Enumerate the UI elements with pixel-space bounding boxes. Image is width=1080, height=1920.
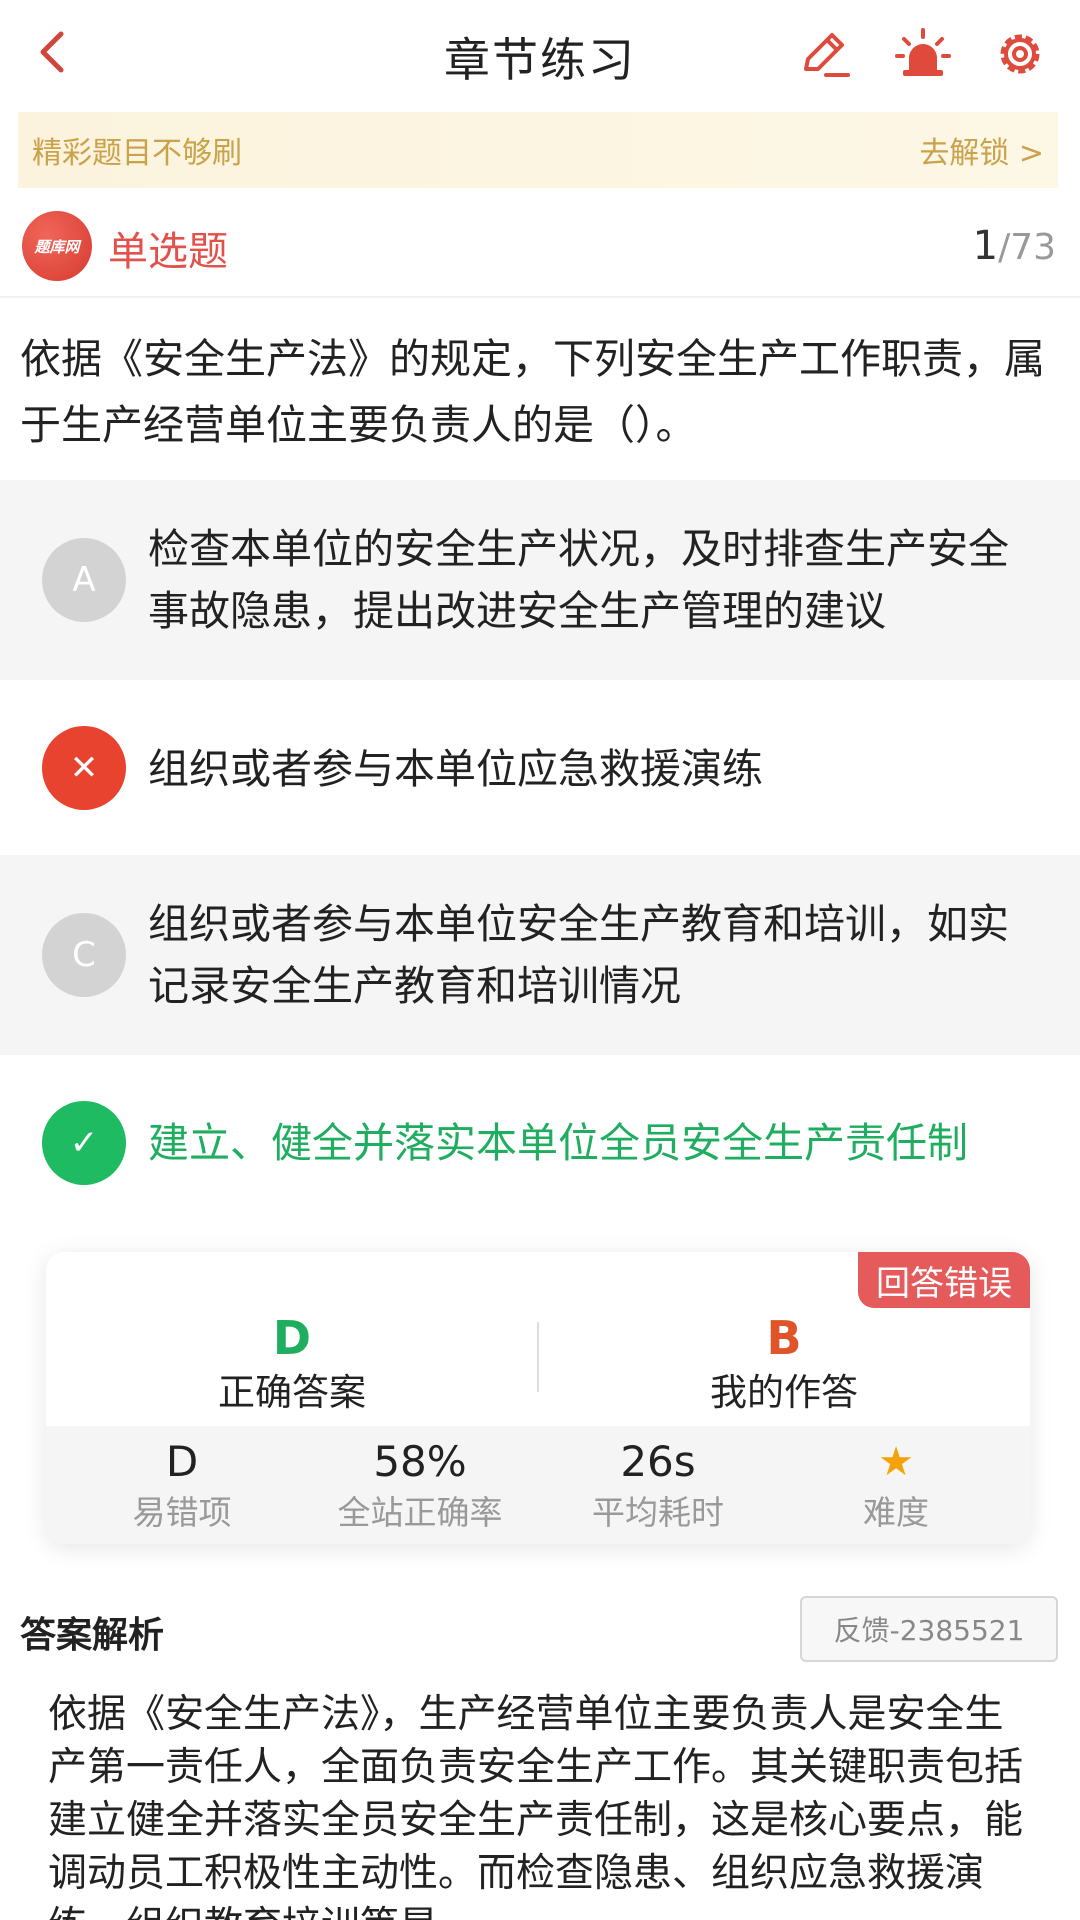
option-marker: C xyxy=(42,913,126,997)
status-badge: 回答错误 xyxy=(858,1252,1030,1308)
question-stem: 依据《安全生产法》的规定，下列安全生产工作职责，属于生产经营单位主要负责人的是（… xyxy=(20,335,1045,449)
top-bar: 章节练习 xyxy=(0,0,1080,108)
my-answer-label: 我的作答 xyxy=(710,1371,858,1414)
edit-pen-icon xyxy=(804,33,850,77)
option-marker: A xyxy=(42,538,126,622)
star-icon: ★ xyxy=(878,1439,914,1485)
my-answer-block: B 我的作答 xyxy=(538,1310,1030,1420)
stat-common-mistake: D 易错项 xyxy=(62,1436,302,1538)
settings-button[interactable] xyxy=(990,24,1050,84)
option-d[interactable]: ✓ 建立、健全并落实本单位全员安全生产责任制 xyxy=(0,1055,1080,1225)
stat-label: 易错项 xyxy=(132,1493,232,1532)
stat-label: 难度 xyxy=(863,1493,929,1532)
option-text: 组织或者参与本单位应急救援演练 xyxy=(148,745,763,793)
unlock-link[interactable]: 去解锁 > xyxy=(919,128,1044,172)
analysis-text: 依据《安全生产法》，生产经营单位主要负责人是安全生产第一责任人，全面负责安全生产… xyxy=(48,1692,1024,1920)
stats-row: D 易错项 58% 全站正确率 26s 平均耗时 ★ 难度 xyxy=(46,1426,1030,1544)
unlock-banner[interactable]: 精彩题目不够刷 去解锁 > xyxy=(18,112,1058,188)
stat-value: 58% xyxy=(373,1437,467,1486)
stat-value: D xyxy=(165,1437,199,1486)
check-icon: ✓ xyxy=(42,1101,126,1185)
correct-answer-label: 正确答案 xyxy=(218,1371,366,1414)
option-b[interactable]: ✕ 组织或者参与本单位应急救援演练 xyxy=(0,680,1080,855)
correct-answer-value: D xyxy=(272,1311,312,1365)
edit-button[interactable] xyxy=(795,24,855,84)
option-text: 检查本单位的安全生产状况，及时排查生产安全事故隐患，提出改进安全生产管理的建议 xyxy=(148,525,1009,635)
wrong-icon: ✕ xyxy=(42,726,126,810)
option-text: 建立、健全并落实本单位全员安全生产责任制 xyxy=(148,1119,968,1167)
stat-avg-time: 26s 平均耗时 xyxy=(538,1436,778,1538)
stat-difficulty: ★ 难度 xyxy=(776,1436,1016,1538)
gear-icon xyxy=(1000,34,1040,74)
question-type: 单选题 xyxy=(108,229,228,275)
option-c[interactable]: C 组织或者参与本单位安全生产教育和培训，如实记录安全生产教育和培训情况 xyxy=(0,855,1080,1055)
stat-value: 26s xyxy=(620,1437,696,1486)
result-card: 回答错误 D 正确答案 B 我的作答 D 易错项 58% 全站正确率 26s 平… xyxy=(46,1252,1030,1544)
stat-label: 平均耗时 xyxy=(592,1493,724,1532)
question-counter: 1/73 xyxy=(973,223,1056,269)
option-a[interactable]: A 检查本单位的安全生产状况，及时排查生产安全事故隐患，提出改进安全生产管理的建… xyxy=(0,480,1080,680)
my-answer-value: B xyxy=(766,1311,802,1365)
option-text: 组织或者参与本单位安全生产教育和培训，如实记录安全生产教育和培训情况 xyxy=(148,900,1009,1010)
question-header: 题库网 单选题 1/73 xyxy=(0,205,1080,289)
stat-label: 全站正确率 xyxy=(337,1493,503,1532)
analysis-title: 答案解析 xyxy=(20,1615,165,1656)
alarm-button[interactable] xyxy=(893,24,953,84)
current-index: 1 xyxy=(972,223,999,269)
banner-text: 精彩题目不够刷 xyxy=(32,136,242,171)
stat-accuracy: 58% 全站正确率 xyxy=(300,1436,540,1538)
divider xyxy=(0,296,1080,298)
alarm-light-icon xyxy=(895,28,951,76)
correct-answer-block: D 正确答案 xyxy=(46,1310,538,1420)
brand-logo: 题库网 xyxy=(22,211,92,281)
feedback-button[interactable]: 反馈-2385521 xyxy=(800,1596,1058,1662)
total-count: /73 xyxy=(998,227,1056,268)
